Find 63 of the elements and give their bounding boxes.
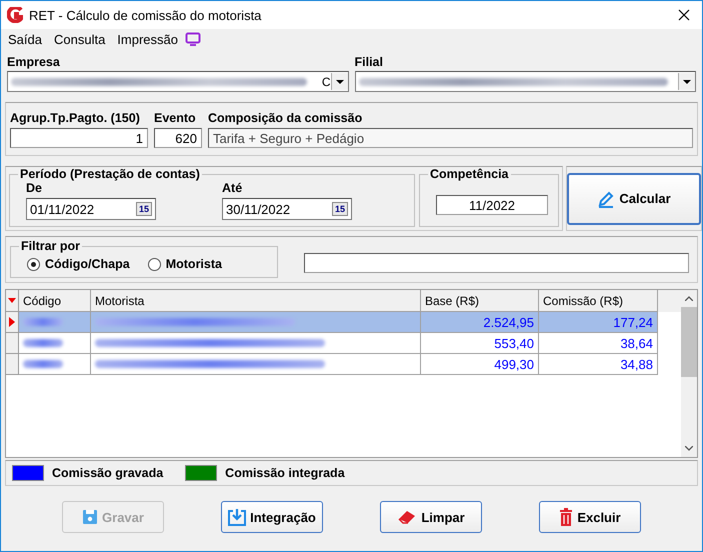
row-pointer-icon <box>9 317 15 327</box>
eraser-icon <box>397 509 418 525</box>
date-field[interactable]: 01/11/2022 15 <box>26 198 156 220</box>
input-field[interactable]: 1 <box>10 128 148 148</box>
company-dropdown[interactable]: C <box>7 71 348 92</box>
sort-arrow-icon <box>8 298 16 303</box>
input-field[interactable]: 11/2022 <box>436 195 548 215</box>
group-title: Competência <box>429 167 510 181</box>
import-button[interactable]: Integração <box>221 501 323 533</box>
legend-label: Comissão gravada <box>52 466 164 480</box>
blurred-text <box>23 318 63 326</box>
group-title: Filtrar por <box>20 239 82 253</box>
app-logo-icon <box>7 7 23 23</box>
window-title: RET - Cálculo de comissão do motorista <box>29 8 262 22</box>
scroll-up-icon[interactable] <box>685 296 693 301</box>
menu-item[interactable]: Impressão <box>117 32 178 46</box>
field-label: Até <box>222 181 244 195</box>
table-row[interactable]: 2.524,95 177,24 <box>6 312 681 333</box>
blurred-text <box>23 339 63 347</box>
field-label: Composição da comissão <box>208 111 364 125</box>
pencil-icon <box>597 190 616 208</box>
delete-button[interactable]: Excluir <box>539 501 641 533</box>
input-field[interactable]: Tarifa + Seguro + Pedágio <box>208 128 693 148</box>
clear-button[interactable]: Limpar <box>380 501 482 533</box>
table-cell: 34,88 <box>539 354 658 375</box>
branch-dropdown[interactable] <box>354 71 696 92</box>
field-label: Evento <box>154 111 197 125</box>
input-field[interactable]: 620 <box>154 128 202 148</box>
field-label: Agrup.Tp.Pagto. (150) <box>10 111 141 125</box>
column-header[interactable]: Base (R$) <box>421 290 539 312</box>
scroll-down-icon[interactable] <box>685 446 693 451</box>
calendar-button[interactable]: 15 <box>332 202 348 216</box>
table-row[interactable]: 499,30 34,88 <box>6 354 681 375</box>
menu-item[interactable]: Consulta <box>54 32 106 46</box>
search-field[interactable] <box>304 253 689 273</box>
table-cell: 2.524,95 <box>421 312 539 333</box>
column-header[interactable]: Motorista <box>91 290 421 312</box>
blurred-text <box>23 360 63 368</box>
column-header[interactable]: Código <box>19 290 91 312</box>
monitor-icon[interactable] <box>185 32 201 46</box>
trash-icon <box>559 508 574 526</box>
legend-label: Comissão integrada <box>225 466 345 480</box>
field-label: Empresa <box>7 55 61 69</box>
dropdown-arrow-icon[interactable] <box>683 80 691 84</box>
table-row[interactable]: 553,40 38,64 <box>6 333 681 354</box>
scrollbar[interactable] <box>681 290 697 457</box>
download-tray-icon <box>228 508 246 526</box>
close-icon[interactable] <box>678 9 690 21</box>
dropdown-arrow-icon[interactable] <box>336 80 344 84</box>
date-field[interactable]: 30/11/2022 15 <box>222 198 352 220</box>
menu-item[interactable]: Saída <box>8 32 42 46</box>
column-header[interactable]: Comissão (R$) <box>539 290 658 312</box>
calculate-button[interactable]: Calcular <box>567 172 701 224</box>
field-label: De <box>26 181 43 195</box>
table-cell: 177,24 <box>539 312 658 333</box>
calendar-button[interactable]: 15 <box>136 202 152 216</box>
group-title: Período (Prestação de contas) <box>19 167 201 181</box>
table-cell: 499,30 <box>421 354 539 375</box>
table-cell: 553,40 <box>421 333 539 354</box>
radio-option[interactable]: Motorista <box>148 257 222 271</box>
radio-option[interactable]: Código/Chapa <box>27 257 130 271</box>
field-label: Filial <box>354 55 384 69</box>
table-cell: 38,64 <box>539 333 658 354</box>
